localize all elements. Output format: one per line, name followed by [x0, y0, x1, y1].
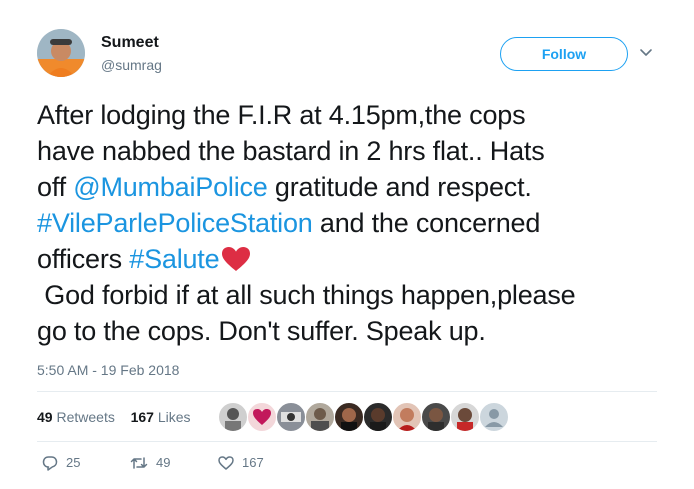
tweet-line: God forbid if at all such things happen,…: [37, 280, 576, 310]
hashtag-link[interactable]: #Salute: [129, 244, 219, 274]
liker-avatar[interactable]: [450, 402, 480, 432]
tweet-text: After lodging the F.I.R at 4.15pm,the co…: [37, 97, 667, 349]
retweets-count[interactable]: 49: [37, 409, 53, 425]
liker-avatar[interactable]: [334, 402, 364, 432]
liker-avatar[interactable]: [247, 402, 277, 432]
retweets-label[interactable]: Retweets: [56, 409, 114, 425]
liker-avatar[interactable]: [305, 402, 335, 432]
divider: [37, 441, 657, 442]
tweet-line: off @MumbaiPolice gratitude and respect.: [37, 169, 667, 205]
liker-avatar[interactable]: [421, 402, 451, 432]
mention-link[interactable]: @MumbaiPolice: [73, 172, 268, 202]
heart-icon: [218, 456, 234, 470]
tweet-card: Sumeet @sumrag Follow After lodging the …: [0, 0, 694, 489]
retweet-button[interactable]: 49: [130, 455, 170, 471]
tweet-text-segment: officers: [37, 244, 130, 274]
likes-label[interactable]: Likes: [158, 409, 191, 425]
tweet-line: #VileParlePoliceStation and the concerne…: [37, 205, 667, 241]
tweet-stats: 49 Retweets 167 Likes: [37, 409, 191, 425]
tweet-text-segment: off: [37, 172, 74, 202]
like-button[interactable]: 167: [218, 455, 264, 471]
tweet-timestamp[interactable]: 5:50 AM - 19 Feb 2018: [37, 362, 179, 378]
liker-avatar[interactable]: [392, 402, 422, 432]
user-avatar-icon: [37, 29, 85, 77]
reply-count: 25: [66, 455, 81, 470]
liker-avatar[interactable]: [218, 402, 248, 432]
tweet-line: officers #Salute: [37, 241, 667, 277]
likes-count[interactable]: 167: [131, 409, 154, 425]
retweet-count: 49: [156, 455, 171, 470]
hashtag-link[interactable]: #VileParlePoliceStation: [37, 208, 313, 238]
tweet-line: After lodging the F.I.R at 4.15pm,the co…: [37, 100, 526, 130]
divider: [37, 391, 657, 392]
liker-avatar[interactable]: [363, 402, 393, 432]
reply-icon: [42, 456, 58, 471]
chevron-down-icon[interactable]: [638, 44, 654, 60]
retweet-icon: [130, 457, 148, 469]
red-heart-icon: [222, 247, 251, 271]
reply-button[interactable]: 25: [42, 455, 80, 471]
tweet-text-segment: gratitude and respect.: [267, 172, 532, 202]
tweet-line: have nabbed the bastard in 2 hrs flat.. …: [37, 136, 545, 166]
tweet-line: go to the cops. Don't suffer. Speak up.: [37, 316, 486, 346]
follow-button[interactable]: Follow: [500, 37, 628, 71]
avatar[interactable]: [37, 29, 85, 77]
author-handle[interactable]: @sumrag: [101, 57, 162, 73]
liker-avatar[interactable]: [479, 402, 509, 432]
like-count: 167: [242, 455, 264, 470]
liker-avatar[interactable]: [276, 402, 306, 432]
tweet-text-segment: and the concerned: [312, 208, 541, 238]
author-name[interactable]: Sumeet: [101, 34, 159, 52]
liker-avatars: [218, 402, 509, 432]
